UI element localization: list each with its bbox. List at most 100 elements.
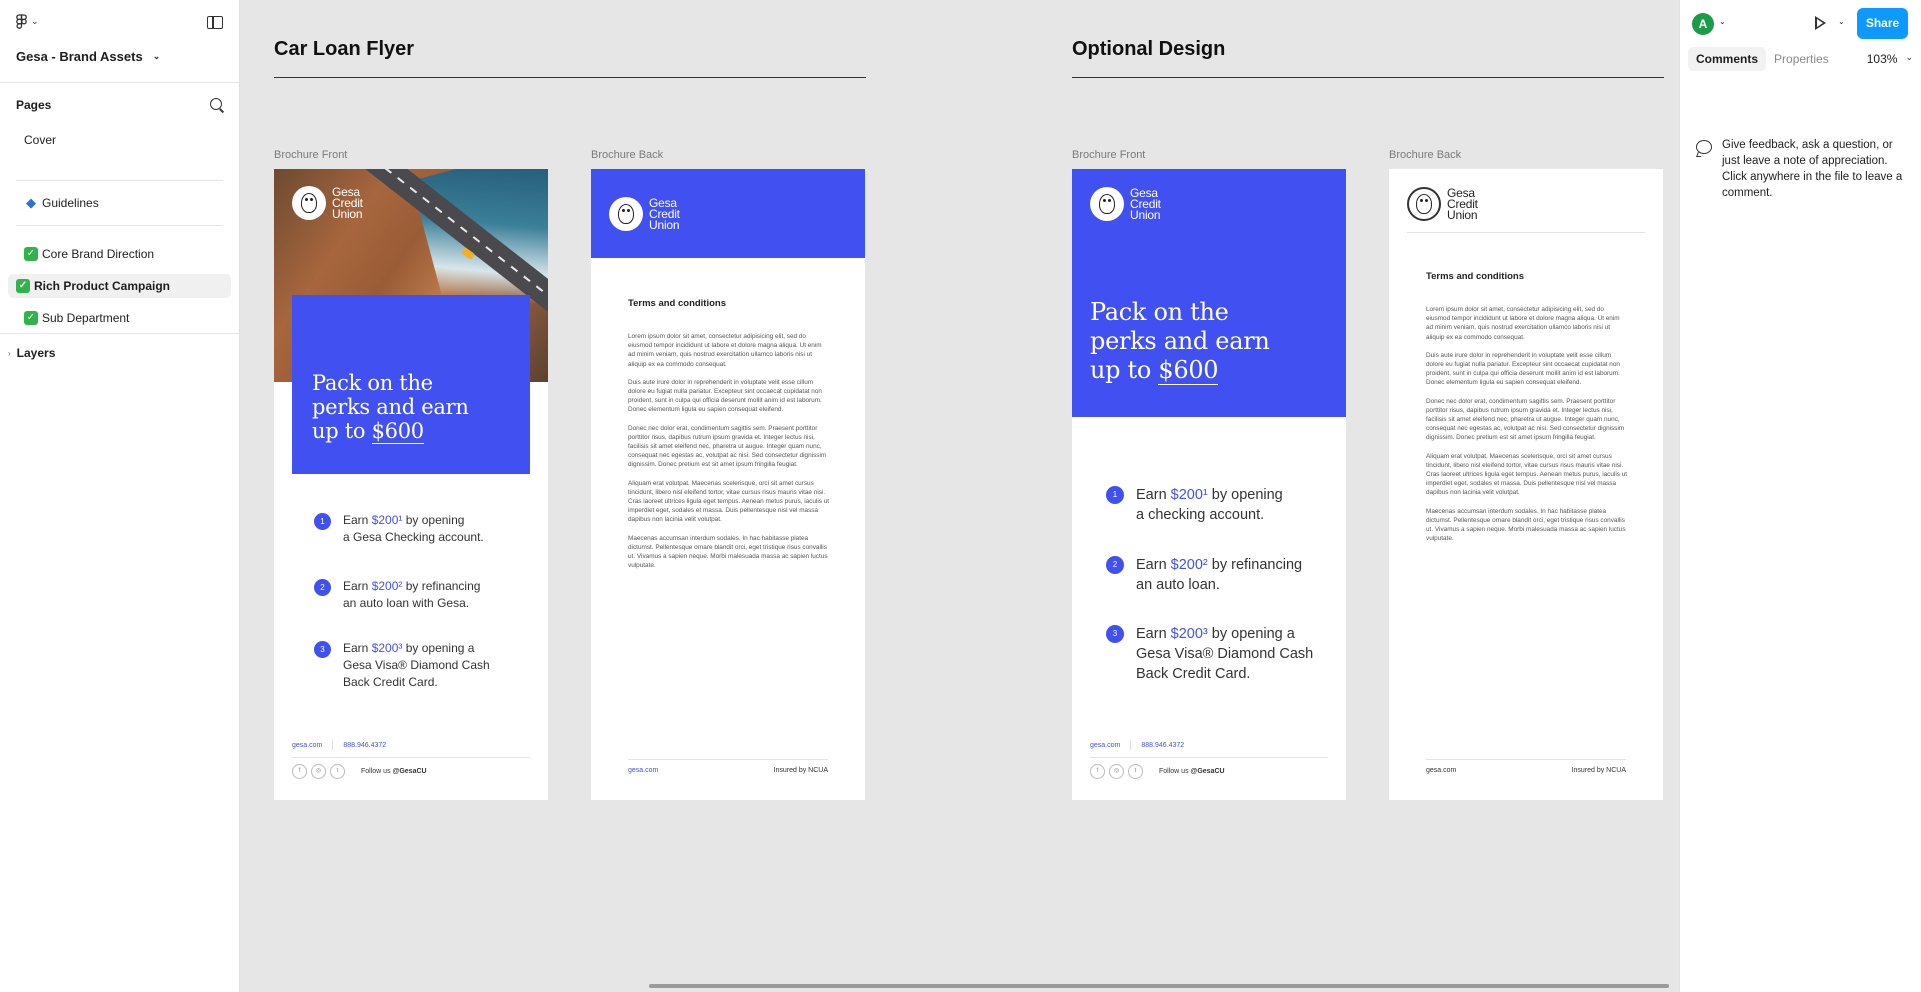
search-icon[interactable]: [209, 97, 225, 113]
page-label: Guidelines: [42, 196, 99, 210]
section-title-car-loan-flyer[interactable]: Car Loan Flyer: [274, 38, 414, 61]
terms-title: Terms and conditions: [1426, 271, 1525, 282]
step-text: a Gesa Checking account.: [343, 530, 484, 544]
footer-divider: [628, 759, 828, 760]
step-amount: $200³: [1170, 626, 1208, 642]
brand-line: Union: [332, 206, 363, 221]
step-text: Earn: [1136, 626, 1171, 642]
brand-logo: Gesa Credit Union: [292, 186, 363, 220]
left-panel: ⌄ Gesa - Brand Assets ⌄ Pages Cover ◆ Gu…: [0, 0, 240, 992]
headline-amount: $600: [371, 419, 424, 444]
social-handle: @GesaCU: [392, 768, 427, 775]
headline-line: Pack on the: [312, 371, 433, 395]
step-text: by opening: [402, 513, 465, 527]
brochure-back-a[interactable]: Gesa Credit Union Terms and conditions L…: [591, 169, 865, 800]
owl-logo-icon: [1090, 187, 1124, 221]
tab-properties[interactable]: Properties: [1766, 47, 1837, 71]
twitter-icon: t: [1128, 764, 1143, 779]
pages-header: Pages: [0, 85, 239, 125]
step-text: an auto loan.: [1136, 577, 1220, 593]
footer-phone: 888.946.4372: [1141, 741, 1185, 749]
section-title-optional-design[interactable]: Optional Design: [1072, 38, 1225, 61]
chevron-down-icon: ⌄: [152, 51, 161, 61]
comment-bubble-icon: [1696, 140, 1712, 154]
headline-panel: Gesa Credit Union Pack on the perks and …: [1072, 169, 1346, 417]
page-label: Rich Product Campaign: [34, 279, 171, 293]
offer-step: 1 Earn $200¹ by opening a checking accoun…: [1106, 485, 1283, 525]
terms-paragraph: Maecenas accumsan interdum sodales. In h…: [1426, 507, 1626, 543]
share-button[interactable]: Share: [1857, 8, 1908, 39]
footer-links: gesa.com 888.946.4372: [1090, 740, 1328, 750]
layers-header[interactable]: › Layers: [0, 334, 239, 360]
step-amount: $200¹: [371, 513, 403, 527]
step-text: Earn: [1136, 557, 1171, 573]
brand-logo: Gesa Credit Union: [609, 197, 680, 231]
step-number: 2: [1106, 556, 1124, 574]
offer-step: 3 Earn $200³ by opening a Gesa Visa® Diam…: [314, 640, 490, 691]
owl-logo-icon: [292, 186, 326, 220]
horizontal-scrollbar[interactable]: [649, 984, 1669, 988]
brochure-front-b[interactable]: Gesa Credit Union Pack on the perks and …: [1072, 169, 1346, 800]
offer-step: 2 Earn $200² by refinancing an auto loan.: [1106, 555, 1302, 595]
tab-comments[interactable]: Comments: [1688, 47, 1767, 71]
frame-label[interactable]: Brochure Back: [591, 149, 663, 161]
facebook-icon: f: [292, 764, 307, 779]
file-name[interactable]: Gesa - Brand Assets ⌄: [16, 49, 160, 64]
footer-url: gesa.com: [628, 767, 659, 774]
headline-line: perks and earn: [1090, 327, 1270, 355]
chevron-down-icon[interactable]: ⌄: [1719, 17, 1726, 26]
follow-text: Follow us @GesaCU: [1159, 768, 1225, 775]
chevron-down-icon[interactable]: ⌄: [1838, 17, 1845, 26]
sidebar-toggle-icon[interactable]: [207, 16, 223, 29]
step-text: by refinancing: [1207, 557, 1303, 573]
comment-hint-text: Give feedback, ask a question, or just l…: [1722, 139, 1903, 199]
zoom-dropdown[interactable]: 103% ⌄: [1867, 52, 1913, 66]
page-item-guidelines[interactable]: ◆ Guidelines: [8, 191, 231, 215]
step-text: Gesa Visa® Diamond Cash: [1136, 646, 1314, 662]
twitter-icon: t: [330, 764, 345, 779]
present-play-icon[interactable]: [1815, 16, 1826, 30]
main-menu-button[interactable]: ⌄: [16, 14, 39, 29]
checkmark-icon: ✓: [16, 279, 30, 293]
footer-divider: [292, 757, 530, 758]
step-text: by opening a: [1207, 626, 1295, 642]
social-row: f ◎ t Follow us @GesaCU: [292, 764, 427, 779]
offer-step: 3 Earn $200³ by opening a Gesa Visa® Diam…: [1106, 624, 1313, 684]
page-item-sub-department[interactable]: ✓ Sub Department: [8, 306, 231, 330]
frame-label[interactable]: Brochure Front: [1072, 149, 1145, 161]
page-label: Sub Department: [42, 311, 130, 325]
owl-logo-icon: [1407, 187, 1441, 221]
terms-paragraph: Lorem ipsum dolor sit amet, consectetur …: [628, 333, 822, 368]
section-divider: [274, 77, 866, 78]
step-text: Earn: [343, 579, 372, 593]
section-divider: [1072, 77, 1664, 78]
footer-separator: [1130, 740, 1132, 750]
brochure-front-a[interactable]: Gesa Credit Union Pack on the perks and …: [274, 169, 548, 800]
checkmark-icon: ✓: [24, 247, 38, 261]
headline-panel: Pack on the perks and earn up to $600: [292, 295, 530, 474]
frame-label[interactable]: Brochure Back: [1389, 149, 1461, 161]
headline-line: up to: [1090, 356, 1159, 384]
terms-paragraph: Maecenas accumsan interdum sodales. In h…: [628, 534, 828, 570]
page-item-cover[interactable]: Cover: [8, 128, 231, 152]
brochure-back-b[interactable]: Gesa Credit Union Terms and conditions L…: [1389, 169, 1663, 800]
step-text: an auto loan with Gesa.: [343, 596, 470, 610]
step-text: Back Credit Card.: [343, 675, 438, 689]
headline-amount: $600: [1158, 356, 1219, 385]
brand-wordmark: Gesa Credit Union: [1130, 187, 1161, 221]
canvas[interactable]: Car Loan Flyer Brochure Front Brochure B…: [241, 0, 1679, 992]
headline: Pack on the perks and earn up to $600: [1090, 298, 1270, 385]
chevron-down-icon: ⌄: [1905, 52, 1913, 62]
instagram-icon: ◎: [1109, 764, 1124, 779]
step-text: a checking account.: [1136, 507, 1265, 523]
instagram-icon: ◎: [311, 764, 326, 779]
step-text: by refinancing: [402, 579, 481, 593]
offer-step: 2 Earn $200² by refinancing an auto loan …: [314, 578, 480, 612]
page-item-rich-product-campaign[interactable]: ✓ Rich Product Campaign: [8, 274, 231, 298]
frame-label[interactable]: Brochure Front: [274, 149, 347, 161]
page-item-core-brand-direction[interactable]: ✓ Core Brand Direction: [8, 242, 231, 266]
user-avatar[interactable]: A: [1692, 13, 1714, 35]
headline-line: Pack on the: [1090, 298, 1229, 326]
step-amount: $200²: [1170, 557, 1208, 573]
terms-paragraph: Aliquam erat volutpat. Maecenas sceleris…: [628, 479, 830, 524]
